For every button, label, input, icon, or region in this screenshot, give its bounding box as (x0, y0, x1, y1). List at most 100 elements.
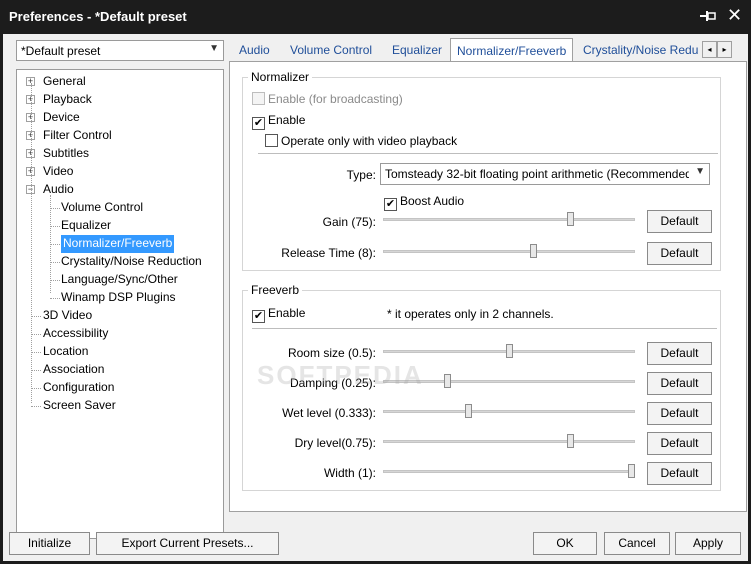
slider-track (383, 250, 635, 253)
tab-audio[interactable]: Audio (239, 41, 270, 62)
tree-item-volume-control[interactable]: Volume Control (61, 199, 143, 217)
freeverb-enable-row[interactable]: ✔ Enable (252, 306, 305, 323)
tree-connector (31, 370, 41, 371)
tree-item-equalizer[interactable]: Equalizer (61, 217, 111, 235)
room-size-slider[interactable] (383, 344, 635, 358)
enable-broadcast-checkbox (252, 92, 265, 105)
tree-line (50, 195, 51, 293)
slider-thumb[interactable] (567, 434, 574, 448)
tree-item-device[interactable]: Device (43, 109, 80, 127)
initialize-button[interactable]: Initialize (9, 532, 90, 555)
tree-connector (31, 316, 41, 317)
release-time-default-button[interactable]: Default (647, 242, 712, 265)
freeverb-legend: Freeverb (248, 283, 303, 297)
window-title: Preferences - *Default preset (9, 9, 187, 24)
preset-select[interactable]: *Default preset ▼ (16, 40, 224, 61)
tree-connector (31, 334, 41, 335)
slider-thumb[interactable] (506, 344, 513, 358)
video-only-label: Operate only with video playback (281, 134, 458, 148)
tab-equalizer[interactable]: Equalizer (392, 41, 442, 62)
tree-item-winamp-dsp-plugins[interactable]: Winamp DSP Plugins (61, 289, 176, 307)
tree-connector (50, 244, 60, 245)
wet-level-label: Wet level (0.333): (282, 406, 376, 420)
settings-tree[interactable]: + General + Playback + Device + Filter Control +… (16, 69, 224, 539)
dry-level-default-button[interactable]: Default (647, 432, 712, 455)
type-select[interactable]: Tomsteady 32-bit floating point arithmet… (380, 163, 710, 185)
enable-broadcast-row: Enable (for broadcasting) (252, 92, 403, 108)
tree-item-video[interactable]: Video (43, 163, 73, 181)
damping-default-button[interactable]: Default (647, 372, 712, 395)
tree-connector (50, 262, 60, 263)
tree-connector (50, 226, 60, 227)
tree-item-association[interactable]: Association (43, 361, 104, 379)
tree-item-location[interactable]: Location (43, 343, 88, 361)
tab-scroll-left-icon[interactable]: ◂ (702, 41, 717, 58)
wet-level-default-button[interactable]: Default (647, 402, 712, 425)
tree-line (31, 83, 32, 403)
tab-strip: Audio Volume Control Equalizer Normalize… (229, 38, 748, 62)
tree-item-playback[interactable]: Playback (43, 91, 92, 109)
tree-item-crystality-noise-reduction[interactable]: Crystality/Noise Reduction (61, 253, 202, 271)
preferences-client: *Default preset ▼ + General + Playback + Devi… (3, 34, 748, 561)
video-only-checkbox[interactable] (265, 134, 278, 147)
tree-item-audio[interactable]: Audio (43, 181, 74, 199)
export-presets-button[interactable]: Export Current Presets... (96, 532, 279, 555)
dry-level-label: Dry level(0.75): (294, 436, 376, 450)
slider-track (383, 410, 635, 413)
tab-crystality[interactable]: Crystality/Noise Redu (583, 41, 701, 62)
width-default-button[interactable]: Default (647, 462, 712, 485)
tab-normalizer-freeverb[interactable]: Normalizer/Freeverb (450, 38, 574, 62)
normalizer-divider (258, 153, 718, 154)
dry-level-slider[interactable] (383, 434, 635, 448)
room-size-default-button[interactable]: Default (647, 342, 712, 365)
slider-thumb[interactable] (444, 374, 451, 388)
tree-item-general[interactable]: General (43, 73, 86, 91)
normalizer-legend: Normalizer (248, 70, 313, 84)
tree-connector (50, 280, 60, 281)
tree-connector (50, 208, 60, 209)
slider-thumb[interactable] (465, 404, 472, 418)
video-only-row[interactable]: Operate only with video playback (265, 134, 457, 150)
apply-button[interactable]: Apply (675, 532, 741, 555)
tab-volume-control[interactable]: Volume Control (290, 41, 372, 62)
tree-connector (31, 352, 41, 353)
gain-default-button[interactable]: Default (647, 210, 712, 233)
slider-thumb[interactable] (567, 212, 574, 226)
tree-item-3d-video[interactable]: 3D Video (43, 307, 92, 325)
tree-item-filter-control[interactable]: Filter Control (43, 127, 112, 145)
slider-thumb[interactable] (628, 464, 635, 478)
normalizer-enable-checkbox[interactable]: ✔ (252, 117, 265, 130)
tree-item-accessibility[interactable]: Accessibility (43, 325, 108, 343)
pin-icon[interactable] (700, 9, 718, 25)
boost-audio-row[interactable]: ✔ Boost Audio (384, 194, 465, 211)
wet-level-slider[interactable] (383, 404, 635, 418)
tree-item-language-sync-other[interactable]: Language/Sync/Other (61, 271, 178, 289)
chevron-down-icon: ▼ (695, 166, 705, 177)
tab-scroll-right-icon[interactable]: ▸ (717, 41, 732, 58)
tree-connector (50, 298, 60, 299)
tree-item-screen-saver[interactable]: Screen Saver (43, 397, 116, 415)
close-icon[interactable]: ✕ (727, 6, 742, 24)
tree-item-subtitles[interactable]: Subtitles (43, 145, 89, 163)
release-time-slider[interactable] (383, 244, 635, 258)
chevron-down-icon: ▼ (209, 43, 219, 54)
tree-connector (31, 388, 41, 389)
gain-slider[interactable] (383, 212, 635, 226)
tree-item-configuration[interactable]: Configuration (43, 379, 114, 397)
slider-track (383, 440, 635, 443)
boost-audio-checkbox[interactable]: ✔ (384, 198, 397, 211)
slider-track (383, 218, 635, 221)
tree-connector (31, 406, 41, 407)
cancel-button[interactable]: Cancel (604, 532, 670, 555)
normalizer-enable-row[interactable]: ✔ Enable (252, 113, 306, 130)
boost-audio-label: Boost Audio (400, 194, 465, 208)
room-size-label: Room size (0.5): (287, 346, 376, 360)
normalizer-enable-label: Enable (268, 113, 306, 127)
slider-thumb[interactable] (530, 244, 537, 258)
title-bar: Preferences - *Default preset ✕ (0, 0, 751, 34)
ok-button[interactable]: OK (533, 532, 597, 555)
width-slider[interactable] (383, 464, 635, 478)
tree-item-normalizer-freeverb[interactable]: Normalizer/Freeverb (61, 235, 175, 253)
freeverb-divider (252, 328, 717, 329)
freeverb-enable-checkbox[interactable]: ✔ (252, 310, 265, 323)
